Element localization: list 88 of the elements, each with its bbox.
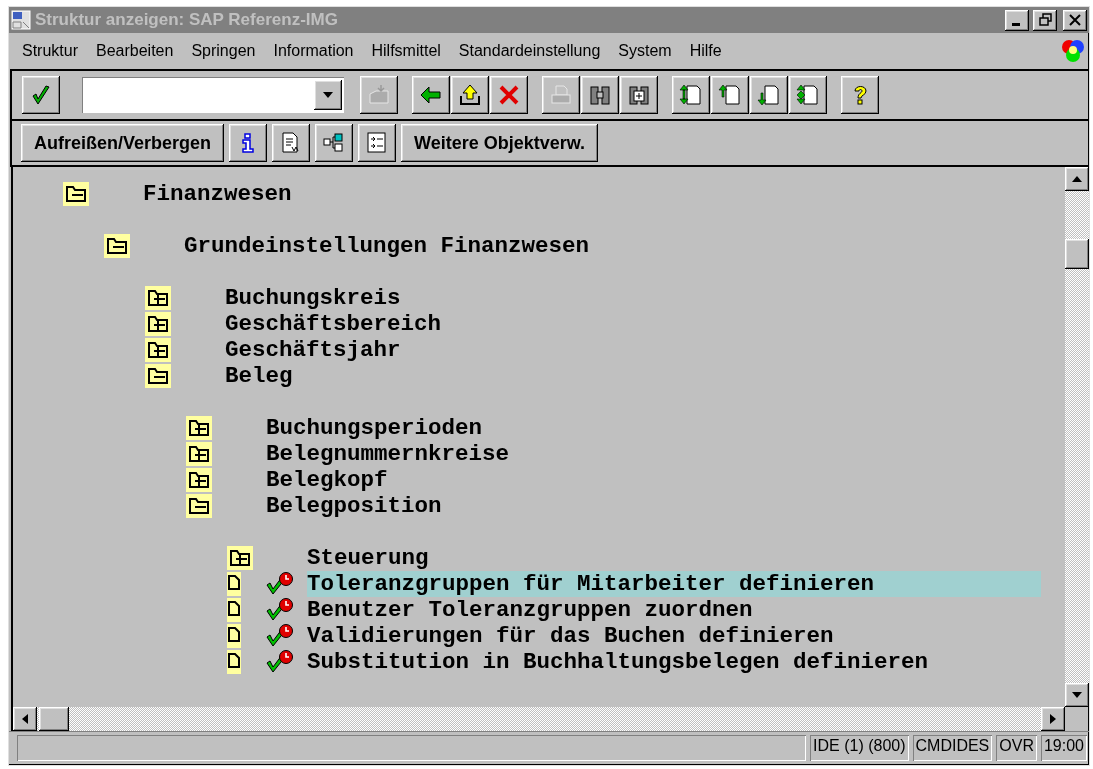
document-icon[interactable] bbox=[227, 572, 241, 596]
folder-plus-icon[interactable] bbox=[227, 546, 253, 570]
menu-item[interactable]: Hilfsmittel bbox=[362, 42, 450, 60]
tree-node-label[interactable]: Buchungskreis bbox=[225, 285, 403, 311]
enter-button[interactable] bbox=[22, 76, 60, 114]
folder-plus-icon[interactable] bbox=[145, 338, 171, 362]
menu-item[interactable]: System bbox=[609, 42, 681, 60]
scroll-down-button[interactable] bbox=[1065, 683, 1089, 707]
folder-plus-icon[interactable] bbox=[186, 442, 212, 466]
page-down-icon bbox=[756, 82, 782, 108]
info-button[interactable] bbox=[229, 124, 268, 162]
folder-plus-icon[interactable] bbox=[186, 416, 212, 440]
window-title: Struktur anzeigen: SAP Referenz-IMG bbox=[35, 10, 339, 30]
folder-minus-icon[interactable] bbox=[186, 494, 212, 518]
tree-node-label[interactable]: Benutzer Toleranzgruppen zuordnen bbox=[307, 597, 1041, 623]
status-field: CMDIDES bbox=[912, 735, 993, 761]
tree-node-label[interactable]: Geschäftsjahr bbox=[225, 337, 403, 363]
exit-button[interactable] bbox=[451, 76, 489, 114]
tree-node-label[interactable]: Belegnummernkreise bbox=[266, 441, 512, 467]
caret-icon bbox=[322, 91, 334, 99]
tree-node-label[interactable]: Geschäftsbereich bbox=[225, 311, 444, 337]
tree-node-label[interactable]: Toleranzgruppen für Mitarbeiter definieren bbox=[307, 571, 1041, 597]
folder-minus-icon[interactable] bbox=[104, 234, 130, 258]
menu-item[interactable]: Hilfe bbox=[680, 42, 731, 60]
hierarchy-button[interactable] bbox=[315, 124, 354, 162]
toolbar-button[interactable]: Aufreißen/Verbergen bbox=[21, 124, 225, 162]
check-clock-icon[interactable] bbox=[265, 571, 295, 597]
close-button[interactable] bbox=[1063, 9, 1087, 31]
folder-plus-icon[interactable] bbox=[145, 312, 171, 336]
list-button[interactable] bbox=[358, 124, 397, 162]
tree-node-label[interactable]: Buchungsperioden bbox=[266, 415, 485, 441]
restore-icon bbox=[1036, 11, 1054, 29]
previous-page-button[interactable] bbox=[711, 76, 749, 114]
tree-node-label[interactable]: Validierungen für das Buchen definieren bbox=[307, 623, 1041, 649]
toolbar-button[interactable]: Weitere Objektverw. bbox=[401, 124, 599, 162]
left-arrow-icon bbox=[21, 713, 29, 725]
folder-minus-icon[interactable] bbox=[63, 182, 89, 206]
next-page-button[interactable] bbox=[750, 76, 788, 114]
scroll-thumb[interactable] bbox=[39, 707, 69, 731]
scroll-left-button[interactable] bbox=[13, 707, 37, 731]
menu-item[interactable]: Springen bbox=[182, 42, 265, 60]
page-up-down-icon bbox=[678, 82, 704, 108]
color-circles-icon bbox=[1061, 38, 1085, 64]
tree-node-label[interactable]: Finanzwesen bbox=[143, 181, 294, 207]
tree-node-label[interactable]: Belegposition bbox=[266, 493, 444, 519]
menu-item[interactable]: Bearbeiten bbox=[87, 42, 183, 60]
document-icon[interactable] bbox=[227, 598, 241, 622]
up-arrow-icon bbox=[1071, 175, 1083, 183]
tree-node-label[interactable]: Belegkopf bbox=[266, 467, 390, 493]
last-page-button[interactable] bbox=[789, 76, 827, 114]
page-up-icon bbox=[717, 82, 743, 108]
check-clock-icon[interactable] bbox=[265, 649, 295, 675]
document-icon[interactable] bbox=[227, 624, 241, 648]
up-arrow-icon bbox=[457, 82, 483, 108]
minimize-icon bbox=[1012, 23, 1020, 26]
back-button[interactable] bbox=[412, 76, 450, 114]
page-down-double-icon bbox=[795, 82, 821, 108]
document-button[interactable] bbox=[272, 124, 311, 162]
tree-node-label[interactable]: Beleg bbox=[225, 363, 295, 389]
status-field: OVR bbox=[996, 735, 1037, 761]
menu-item[interactable]: Information bbox=[264, 42, 363, 60]
first-page-button[interactable] bbox=[672, 76, 710, 114]
cancel-button[interactable] bbox=[490, 76, 528, 114]
folder-minus-icon[interactable] bbox=[145, 364, 171, 388]
find-next-button[interactable] bbox=[620, 76, 658, 114]
check-clock-icon[interactable] bbox=[265, 597, 295, 623]
scroll-right-button[interactable] bbox=[1041, 707, 1065, 731]
status-field: IDE (1) (800) bbox=[810, 735, 909, 761]
tree-node-label[interactable]: Grundeinstellungen Finanzwesen bbox=[184, 233, 592, 259]
help-button[interactable] bbox=[841, 76, 879, 114]
minimize-button[interactable] bbox=[1005, 9, 1029, 31]
tree-node-label[interactable]: Substitution in Buchhaltungsbelegen definieren bbox=[307, 649, 1041, 675]
document-icon[interactable] bbox=[227, 650, 241, 674]
folder-plus-icon[interactable] bbox=[186, 468, 212, 492]
scroll-up-button[interactable] bbox=[1065, 167, 1089, 191]
tree-node-label[interactable]: Steuerung bbox=[307, 545, 431, 571]
restore-button[interactable] bbox=[1033, 9, 1057, 31]
scroll-thumb[interactable] bbox=[1065, 239, 1089, 269]
status-field: 19:00 bbox=[1040, 735, 1087, 761]
menu-item[interactable]: Struktur bbox=[13, 42, 87, 60]
dropdown-button[interactable] bbox=[314, 80, 342, 110]
right-arrow-icon bbox=[1049, 713, 1057, 725]
command-field[interactable] bbox=[82, 77, 344, 113]
find-button[interactable] bbox=[581, 76, 619, 114]
menu-item[interactable]: Standardeinstellung bbox=[449, 42, 610, 60]
check-clock-icon[interactable] bbox=[265, 623, 295, 649]
down-arrow-icon bbox=[1071, 691, 1083, 699]
folder-plus-icon[interactable] bbox=[145, 286, 171, 310]
